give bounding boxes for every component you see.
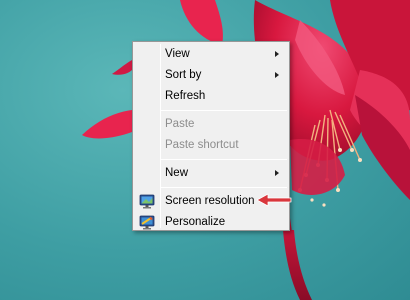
menu-item-label: Refresh: [165, 90, 206, 102]
menu-separator: [161, 187, 287, 188]
personalize-icon: [139, 215, 155, 230]
annotation-arrow-icon: [256, 193, 292, 207]
submenu-arrow-icon: [275, 51, 279, 57]
menu-item-view[interactable]: View: [133, 44, 289, 65]
menu-separator: [161, 159, 287, 160]
menu-item-label: Paste shortcut: [165, 139, 239, 151]
monitor-icon: [139, 194, 155, 209]
desktop[interactable]: View Sort by Refresh Paste Paste shortcu…: [0, 0, 410, 300]
menu-item-personalize[interactable]: Personalize: [133, 212, 289, 233]
menu-item-refresh[interactable]: Refresh: [133, 86, 289, 107]
submenu-arrow-icon: [275, 170, 279, 176]
menu-item-paste-shortcut[interactable]: Paste shortcut: [133, 135, 289, 156]
menu-item-label: Sort by: [165, 69, 202, 81]
menu-item-sort-by[interactable]: Sort by: [133, 65, 289, 86]
submenu-arrow-icon: [275, 72, 279, 78]
menu-item-label: New: [165, 167, 189, 179]
menu-item-label: View: [165, 48, 190, 60]
menu-item-paste[interactable]: Paste: [133, 114, 289, 135]
menu-separator: [161, 110, 287, 111]
menu-item-label: Screen resolution: [165, 195, 255, 207]
menu-item-label: Personalize: [165, 216, 226, 228]
menu-item-label: Paste: [165, 118, 195, 130]
menu-item-new[interactable]: New: [133, 163, 289, 184]
